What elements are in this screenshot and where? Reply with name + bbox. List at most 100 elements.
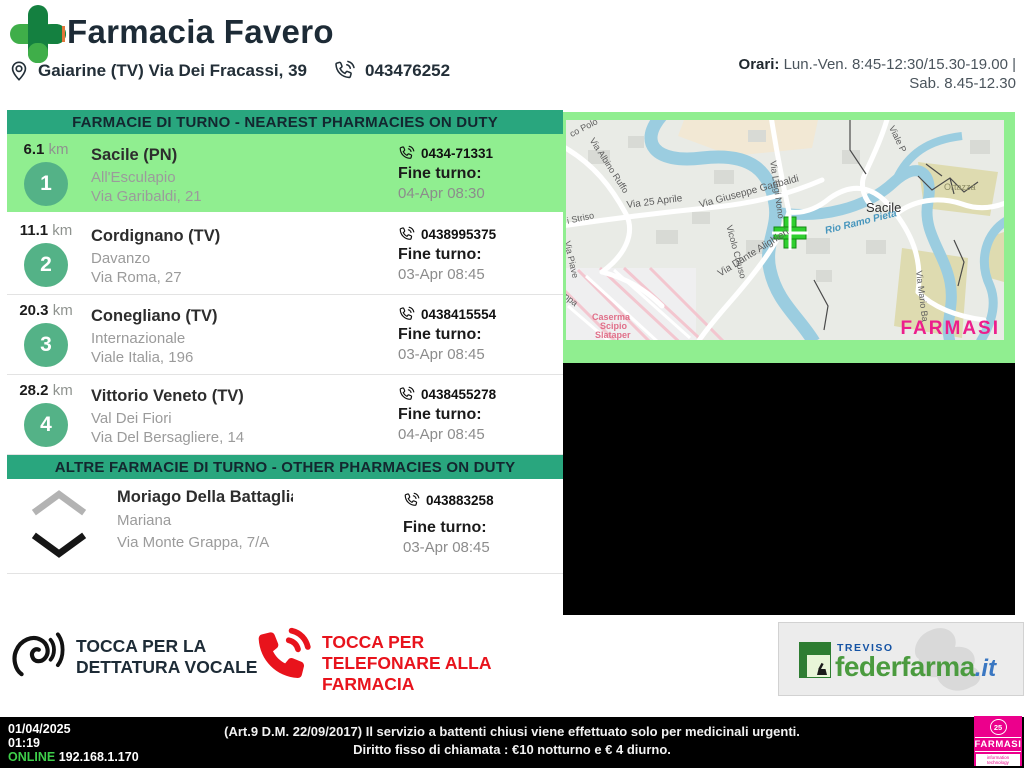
pharmacy-info: Vittorio Veneto (TV) Val Dei Fiori Via D… xyxy=(85,375,398,454)
distance-unit: km xyxy=(52,222,73,239)
hours-saturday: Sab. 8.45-12.30 xyxy=(909,75,1016,92)
pharmacy-name: Internazionale xyxy=(91,330,186,347)
phone-icon xyxy=(398,306,416,323)
pharmacy-phone: 0438455278 xyxy=(421,387,497,402)
rank-badge: 1 xyxy=(24,162,68,206)
pharmacy-row[interactable]: 28.2 km 4 Vittorio Veneto (TV) Val Dei F… xyxy=(7,375,563,455)
rank-badge: 2 xyxy=(24,243,68,287)
phone-icon xyxy=(403,492,421,509)
chevron-down-icon xyxy=(30,531,88,559)
pharmacy-street: Via Garibaldi, 21 xyxy=(91,188,202,205)
footer-notice: (Art.9 D.M. 22/09/2017) Il servizio a ba… xyxy=(0,723,1024,759)
pharmacy-contact: 0438455278 Fine turno: 04-Apr 08:45 xyxy=(398,375,563,454)
pharmacy-city: Conegliano (TV) xyxy=(91,307,218,325)
farmasi-badge: 25 xyxy=(989,719,1007,735)
scroll-down-button[interactable] xyxy=(30,531,88,559)
pharmacy-info: Sacile (PN) All'Esculapio Via Garibaldi,… xyxy=(85,134,398,212)
pharmacy-city: Sacile (PN) xyxy=(91,146,178,164)
phone-icon xyxy=(398,226,416,243)
blank-panel xyxy=(563,363,1015,615)
pharmacy-street: Via Roma, 27 xyxy=(91,269,182,286)
scroll-up-button[interactable] xyxy=(30,489,88,517)
voice-button-label-line2: DETTATURA VOCALE xyxy=(76,657,258,677)
rank-badge: 4 xyxy=(24,403,68,447)
fine-turno-label: Fine turno: xyxy=(398,406,482,423)
fine-turno-time: 03-Apr 08:45 xyxy=(398,266,485,283)
pharmacy-street: Via Del Bersagliere, 14 xyxy=(91,429,245,446)
footer-bar: 01/04/2025 01:19 ONLINE 192.168.1.170 (A… xyxy=(0,717,1024,768)
pharmacy-city: Moriago Della Battaglia xyxy=(117,488,293,506)
pharmacy-phone: 043883258 xyxy=(426,493,494,508)
pharmacy-phone-number: 043476252 xyxy=(365,61,451,80)
phone-icon xyxy=(398,145,416,162)
pharmacy-info: Conegliano (TV) Internazionale Viale Ita… xyxy=(85,295,398,374)
fine-turno-time: 03-Apr 08:45 xyxy=(398,346,485,363)
call-button-label-line2: TELEFONARE ALLA xyxy=(322,653,492,673)
pharmacy-name: Mariana xyxy=(117,512,172,529)
pharmacy-city: Cordignano (TV) xyxy=(91,227,221,245)
map-frame: co Polo Via Albino Ruffo i Striso Via 25… xyxy=(563,112,1015,363)
farmasi-subtitle: information technology xyxy=(976,754,1020,766)
kiosk-screen: Farmacia Favero Gaiarine (TV) Via Dei Fr… xyxy=(0,0,1024,768)
distance-value: 20.3 xyxy=(19,302,49,319)
pharmacy-row[interactable]: 6.1 km 1 Sacile (PN) All'Esculapio Via G… xyxy=(7,134,563,215)
distance-unit: km xyxy=(52,382,73,399)
section-header-other: ALTRE FARMACIE DI TURNO - OTHER PHARMACI… xyxy=(7,455,563,479)
map-label: Slataper xyxy=(595,330,631,340)
pharmacy-address-bar: Gaiarine (TV) Via Dei Fracassi, 39 04347… xyxy=(8,60,450,82)
distance-unit: km xyxy=(48,141,69,158)
phone-icon xyxy=(333,60,357,82)
pharmacy-address: Gaiarine (TV) Via Dei Fracassi, 39 xyxy=(38,61,307,80)
pharmacy-contact: 0438995375 Fine turno: 03-Apr 08:45 xyxy=(398,215,563,294)
fine-turno-time: 04-Apr 08:45 xyxy=(398,426,485,443)
pharmacy-cross-logo xyxy=(10,5,66,63)
fine-turno-time: 03-Apr 08:45 xyxy=(403,539,490,556)
pharmacy-name: All'Esculapio xyxy=(91,169,176,186)
distance-column: 20.3 km 3 xyxy=(7,295,85,374)
opening-hours: Orari: Lun.-Ven. 8:45-12:30/15.30-19.00 … xyxy=(739,55,1016,93)
fine-turno-label: Fine turno: xyxy=(398,326,482,343)
pharmacy-contact: 0434-71331 Fine turno: 04-Apr 08:30 xyxy=(398,134,563,212)
call-button-label-line3: FARMACIA xyxy=(322,674,415,694)
federfarma-tld: .it xyxy=(974,655,997,682)
pharmacy-row[interactable]: 11.1 km 2 Cordignano (TV) Davanzo Via Ro… xyxy=(7,215,563,295)
footer-notice-line1: (Art.9 D.M. 22/09/2017) Il servizio a ba… xyxy=(224,724,800,739)
pharmacy-row[interactable]: 20.3 km 3 Conegliano (TV) Internazionale… xyxy=(7,295,563,375)
pharmacy-name: Davanzo xyxy=(91,250,151,267)
distance-value: 6.1 xyxy=(23,141,45,158)
map-watermark: FARMASI xyxy=(900,318,1000,339)
scroll-controls xyxy=(7,479,111,573)
fine-turno-time: 04-Apr 08:30 xyxy=(398,185,485,202)
voice-button-label-line1: TOCCA PER LA xyxy=(76,636,207,656)
hours-label: Orari: xyxy=(738,56,780,73)
pharmacy-street: Viale Italia, 196 xyxy=(91,349,194,366)
fine-turno-label: Fine turno: xyxy=(398,246,482,263)
pharmacy-phone: 0434-71331 xyxy=(421,146,494,161)
call-pharmacy-button[interactable]: TOCCA PER TELEFONARE ALLA FARMACIA xyxy=(252,624,491,695)
pharmacy-city: Vittorio Veneto (TV) xyxy=(91,387,244,405)
distance-value: 11.1 xyxy=(19,222,49,239)
farmasi-name: FARMASI xyxy=(974,737,1022,752)
footer-notice-line2: Diritto fisso di chiamata : €10 notturno… xyxy=(353,742,671,757)
pharmacy-phone: 0438415554 xyxy=(421,307,497,322)
phone-icon xyxy=(398,386,416,403)
distance-value: 28.2 xyxy=(19,382,49,399)
other-pharmacy-row[interactable]: Moriago Della Battaglia Mariana Via Mont… xyxy=(7,479,563,574)
pharmacy-name: Val Dei Fiori xyxy=(91,410,172,427)
pharmacy-phone: 0438995375 xyxy=(421,227,497,242)
farmasi-logo: 25 FARMASI information technology xyxy=(974,716,1022,766)
pharmacy-list: FARMACIE DI TURNO - NEAREST PHARMACIES O… xyxy=(7,110,563,574)
pharmacy-contact: 043883258 Fine turno: 03-Apr 08:45 xyxy=(403,479,563,573)
map: co Polo Via Albino Ruffo i Striso Via 25… xyxy=(566,120,1004,340)
section-header-nearest: FARMACIE DI TURNO - NEAREST PHARMACIES O… xyxy=(7,110,563,134)
fine-turno-label: Fine turno: xyxy=(398,165,482,182)
federfarma-logo: TREVISO federfarma.it xyxy=(778,622,1024,696)
pharmacy-info: Moriago Della Battaglia Mariana Via Mont… xyxy=(111,479,403,573)
phone-icon xyxy=(252,624,314,688)
distance-column: 28.2 km 4 xyxy=(7,375,85,454)
page-title: Farmacia Favero xyxy=(67,13,334,50)
pharmacy-info: Cordignano (TV) Davanzo Via Roma, 27 xyxy=(85,215,398,294)
rank-badge: 3 xyxy=(24,323,68,367)
voice-dictation-button[interactable]: TOCCA PER LA DETTATURA VOCALE xyxy=(8,628,257,686)
pharmacy-contact: 0438415554 Fine turno: 03-Apr 08:45 xyxy=(398,295,563,374)
